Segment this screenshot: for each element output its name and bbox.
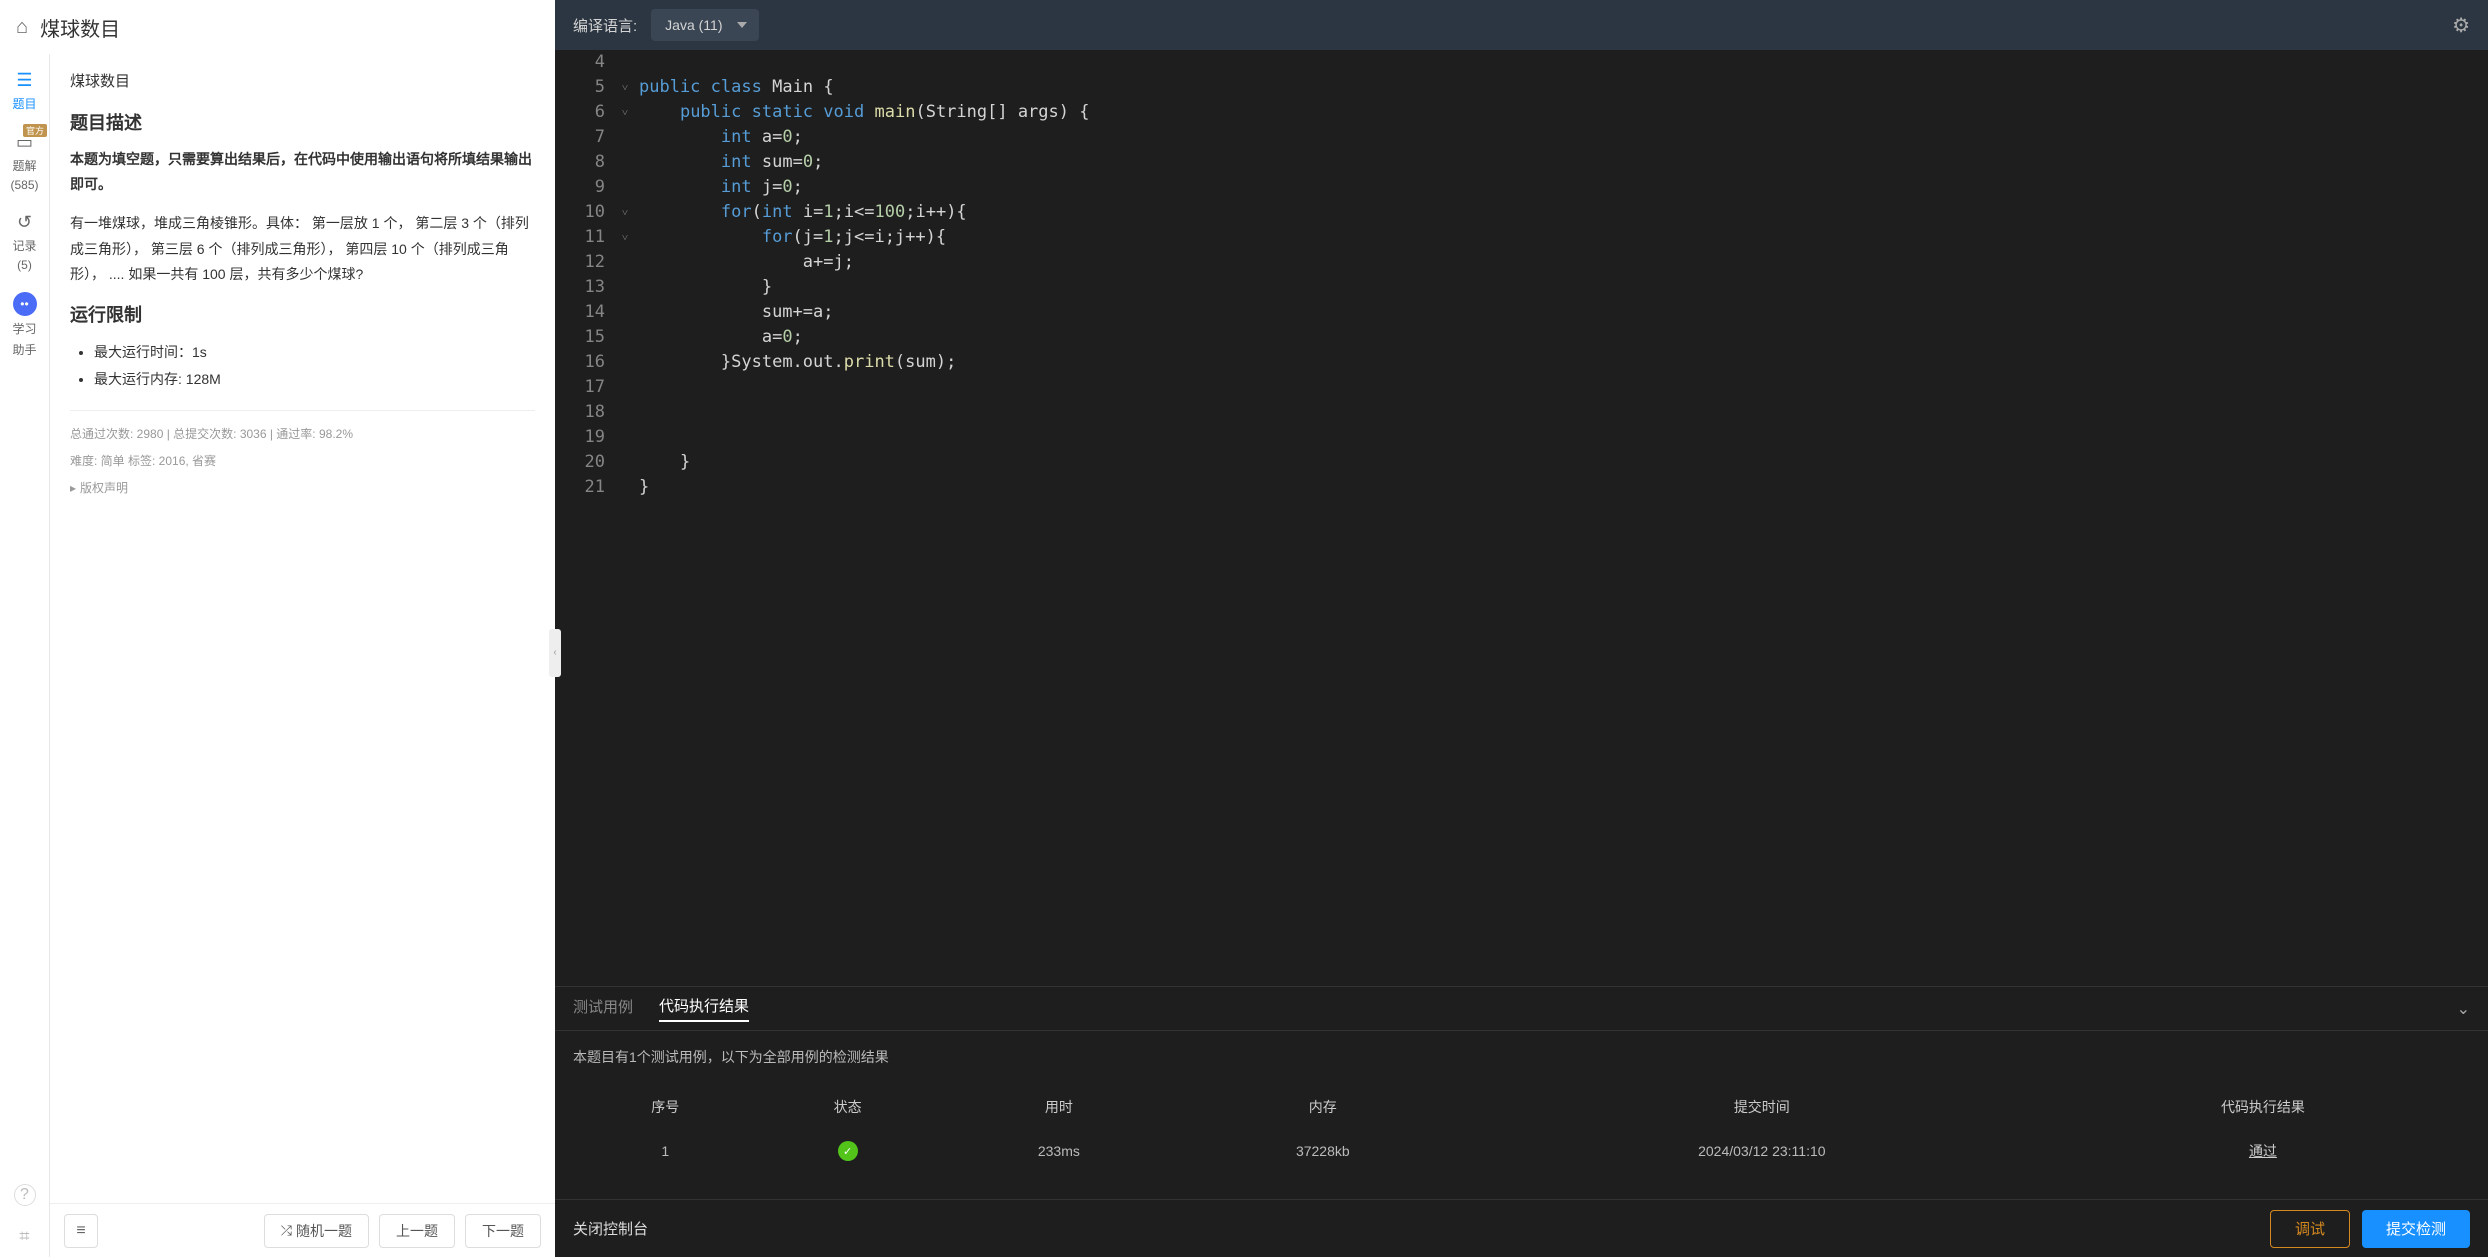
col-index: 序号 — [575, 1087, 755, 1127]
chevron-down-icon[interactable]: ⌄ — [2457, 999, 2470, 1019]
limit-memory: 最大运行内存: 128M — [94, 366, 535, 393]
sidebar-item-label: 题解 — [12, 157, 36, 174]
history-icon: ↺ — [17, 212, 32, 233]
sidebar-item-label: 学习 — [12, 320, 36, 337]
section-limit-title: 运行限制 — [70, 301, 535, 327]
run-limits-list: 最大运行时间：1s 最大运行内存: 128M — [70, 339, 535, 392]
left-footer: ≡ ⤮ 随机一题 上一题 下一题 — [50, 1203, 555, 1257]
cell-time: 233ms — [940, 1129, 1178, 1173]
copyright-toggle[interactable]: ▸ 版权声明 — [70, 479, 535, 496]
prev-button[interactable]: 上一题 — [379, 1214, 455, 1248]
help-icon[interactable]: ? — [14, 1184, 36, 1206]
official-badge: 官方 — [23, 124, 47, 137]
sidebar-item-history[interactable]: ↺ 记录 (5) — [0, 202, 49, 282]
problem-description: 有一堆煤球，堆成三角棱锥形。具体： 第一层放 1 个， 第二层 3 个（排列成三… — [70, 211, 535, 287]
stats-line: 总通过次数: 2980 | 总提交次数: 3036 | 通过率: 98.2% — [70, 425, 535, 442]
cell-mem: 37228kb — [1180, 1129, 1466, 1173]
code-editor[interactable]: 456789101112131415161718192021 ˅˅˅˅ publ… — [555, 50, 2488, 986]
sidebar-item-problem[interactable]: ☰ 题目 — [0, 60, 49, 122]
list-icon: ☰ — [16, 70, 32, 91]
cell-index: 1 — [575, 1129, 755, 1173]
right-footer: 关闭控制台 调试 提交检测 — [555, 1199, 2488, 1257]
sidebar-item-solutions[interactable]: 官方 ▭ 题解 (585) — [0, 122, 49, 202]
results-table: 序号 状态 用时 内存 提交时间 代码执行结果 1 ✓ 233ms 37228k… — [573, 1085, 2470, 1175]
shuffle-icon: ⤮ — [281, 1222, 292, 1239]
sidebar-item-count: (5) — [17, 258, 32, 272]
editor-panel: 编译语言: Java (11) ⚙ 4567891011121314151617… — [555, 0, 2488, 1257]
check-icon: ✓ — [838, 1141, 858, 1161]
bot-icon: •• — [13, 292, 37, 316]
sidebar-item-label: 记录 — [12, 237, 36, 254]
cell-result: 通过 — [2058, 1129, 2468, 1173]
col-result: 代码执行结果 — [2058, 1087, 2468, 1127]
page-title: 煤球数目 — [40, 13, 120, 42]
problem-name: 煤球数目 — [70, 70, 535, 91]
section-desc-title: 题目描述 — [70, 109, 535, 135]
submit-button[interactable]: 提交检测 — [2362, 1210, 2470, 1248]
limit-time: 最大运行时间：1s — [94, 339, 535, 366]
close-console-button[interactable]: 关闭控制台 — [573, 1218, 648, 1239]
editor-header: 编译语言: Java (11) ⚙ — [555, 0, 2488, 50]
next-button[interactable]: 下一题 — [465, 1214, 541, 1248]
cell-status: ✓ — [757, 1129, 937, 1173]
home-icon[interactable]: ⌂ — [16, 16, 28, 39]
gear-icon[interactable]: ⚙ — [2452, 13, 2470, 38]
col-time: 用时 — [940, 1087, 1178, 1127]
result-link[interactable]: 通过 — [2249, 1143, 2277, 1159]
cell-submit: 2024/03/12 23:11:10 — [1468, 1129, 2056, 1173]
split-handle[interactable]: ‹ — [549, 629, 561, 677]
chevron-right-icon: ▸ — [70, 481, 76, 495]
col-mem: 内存 — [1180, 1087, 1466, 1127]
tab-result[interactable]: 代码执行结果 — [659, 995, 749, 1022]
lang-label: 编译语言: — [573, 15, 637, 36]
col-submit: 提交时间 — [1468, 1087, 2056, 1127]
col-status: 状态 — [757, 1087, 937, 1127]
sidebar-item-sub: 助手 — [12, 341, 36, 358]
language-select[interactable]: Java (11) — [651, 9, 758, 41]
fill-blank-note: 本题为填空题，只需要算出结果后，在代码中使用输出语句将所填结果输出即可。 — [70, 147, 535, 197]
menu-icon: ≡ — [76, 1222, 85, 1240]
results-note: 本题目有1个测试用例，以下为全部用例的检测结果 — [573, 1047, 2470, 1067]
problem-list-button[interactable]: ≡ — [64, 1214, 98, 1248]
tab-testcase[interactable]: 测试用例 — [573, 996, 633, 1021]
stairs-icon[interactable]: ⌗ — [19, 1226, 29, 1247]
results-panel: 测试用例 代码执行结果 ⌄ 本题目有1个测试用例，以下为全部用例的检测结果 序号… — [555, 986, 2488, 1199]
random-button[interactable]: ⤮ 随机一题 — [264, 1214, 369, 1248]
sidebar-item-count: (585) — [10, 178, 38, 192]
problem-panel: ⌂ 煤球数目 ‹ 煤球数目 题目描述 本题为填空题，只需要算出结果后，在代码中使… — [50, 0, 555, 1257]
sidebar-item-assistant[interactable]: •• 学习 助手 — [0, 282, 49, 368]
left-nav-sidebar: ☰ 题目 官方 ▭ 题解 (585) ↺ 记录 (5) •• 学习 助手 ? ⌗ — [0, 0, 50, 1257]
table-row: 1 ✓ 233ms 37228kb 2024/03/12 23:11:10 通过 — [575, 1129, 2468, 1173]
panel-header: ⌂ 煤球数目 — [0, 0, 555, 54]
sidebar-item-label: 题目 — [12, 95, 36, 112]
meta-line: 难度: 简单 标签: 2016, 省赛 — [70, 452, 535, 469]
debug-button[interactable]: 调试 — [2270, 1210, 2350, 1248]
